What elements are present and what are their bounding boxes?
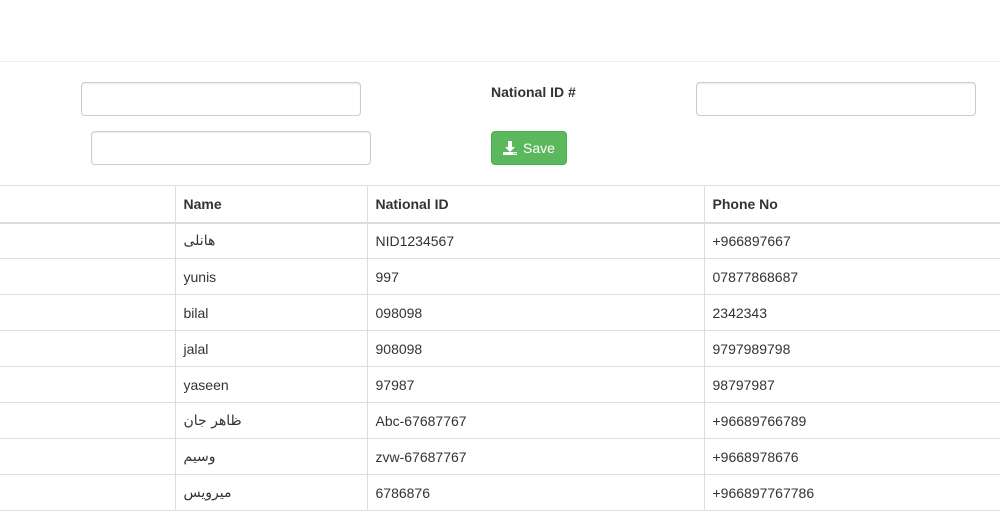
phone-cell: 2342343 <box>703 294 1000 331</box>
name-cell: yaseen <box>174 366 367 403</box>
save-button-label: Save <box>523 140 555 156</box>
national-id-cell: NID1234567 <box>366 222 704 259</box>
form-input-a[interactable] <box>81 82 361 116</box>
national-id-label: National ID # <box>491 84 576 100</box>
phone-cell: +966897667 <box>703 222 1000 259</box>
table-row[interactable]: ظاهر جان Abc-67687767 +96689766789 <box>0 402 1000 439</box>
name-cell: jalal <box>174 330 367 367</box>
download-icon <box>503 141 518 155</box>
row-select-cell <box>0 402 175 439</box>
table-row[interactable]: yaseen 97987 98797987 <box>0 366 1000 403</box>
national-id-cell: 997 <box>366 258 704 295</box>
row-select-cell <box>0 366 175 403</box>
table-row[interactable]: وسيم zvw-67687767 +9668978676 <box>0 438 1000 475</box>
phone-cell: +9668978676 <box>703 438 1000 475</box>
name-cell: bilal <box>174 294 367 331</box>
row-select-cell <box>0 258 175 295</box>
national-id-cell: 6786876 <box>366 474 704 511</box>
national-id-input[interactable] <box>696 82 976 116</box>
records-table: Name National ID Phone No هانلى NID123456… <box>0 185 1000 511</box>
table-row[interactable]: ميرويس 6786876 +966897767786 <box>0 474 1000 511</box>
phone-cell: 9797989798 <box>703 330 1000 367</box>
top-bar <box>0 0 1000 62</box>
page: National ID # Save Name National ID Phon… <box>0 0 1000 525</box>
name-cell: ظاهر جان <box>174 402 367 439</box>
table-row[interactable]: هانلى NID1234567 +966897667 <box>0 222 1000 259</box>
table-row[interactable]: jalal 908098 9797989798 <box>0 330 1000 367</box>
table-row[interactable]: yunis 997 07877868687 <box>0 258 1000 295</box>
phone-cell: 98797987 <box>703 366 1000 403</box>
name-cell: وسيم <box>174 438 367 475</box>
national-id-cell: Abc-67687767 <box>366 402 704 439</box>
column-header-name[interactable]: Name <box>174 185 367 224</box>
national-id-cell: 97987 <box>366 366 704 403</box>
name-cell: ميرويس <box>174 474 367 511</box>
phone-cell: +966897767786 <box>703 474 1000 511</box>
column-header-national-id[interactable]: National ID <box>366 185 704 224</box>
row-select-cell <box>0 438 175 475</box>
national-id-cell: 098098 <box>366 294 704 331</box>
table-body: هانلى NID1234567 +966897667 yunis 997 0787786… <box>0 222 1000 511</box>
row-select-cell <box>0 330 175 367</box>
column-header-phone[interactable]: Phone No <box>703 185 1000 224</box>
national-id-cell: 908098 <box>366 330 704 367</box>
national-id-cell: zvw-67687767 <box>366 438 704 475</box>
save-button[interactable]: Save <box>491 131 567 165</box>
table-row[interactable]: bilal 098098 2342343 <box>0 294 1000 331</box>
phone-cell: +96689766789 <box>703 402 1000 439</box>
row-select-cell <box>0 294 175 331</box>
phone-cell: 07877868687 <box>703 258 1000 295</box>
table-header-row: Name National ID Phone No <box>0 185 1000 224</box>
row-select-cell <box>0 222 175 259</box>
name-cell: هانلى <box>174 222 367 259</box>
name-cell: yunis <box>174 258 367 295</box>
column-header-select <box>0 185 175 224</box>
row-select-cell <box>0 474 175 511</box>
form-input-b[interactable] <box>91 131 371 165</box>
